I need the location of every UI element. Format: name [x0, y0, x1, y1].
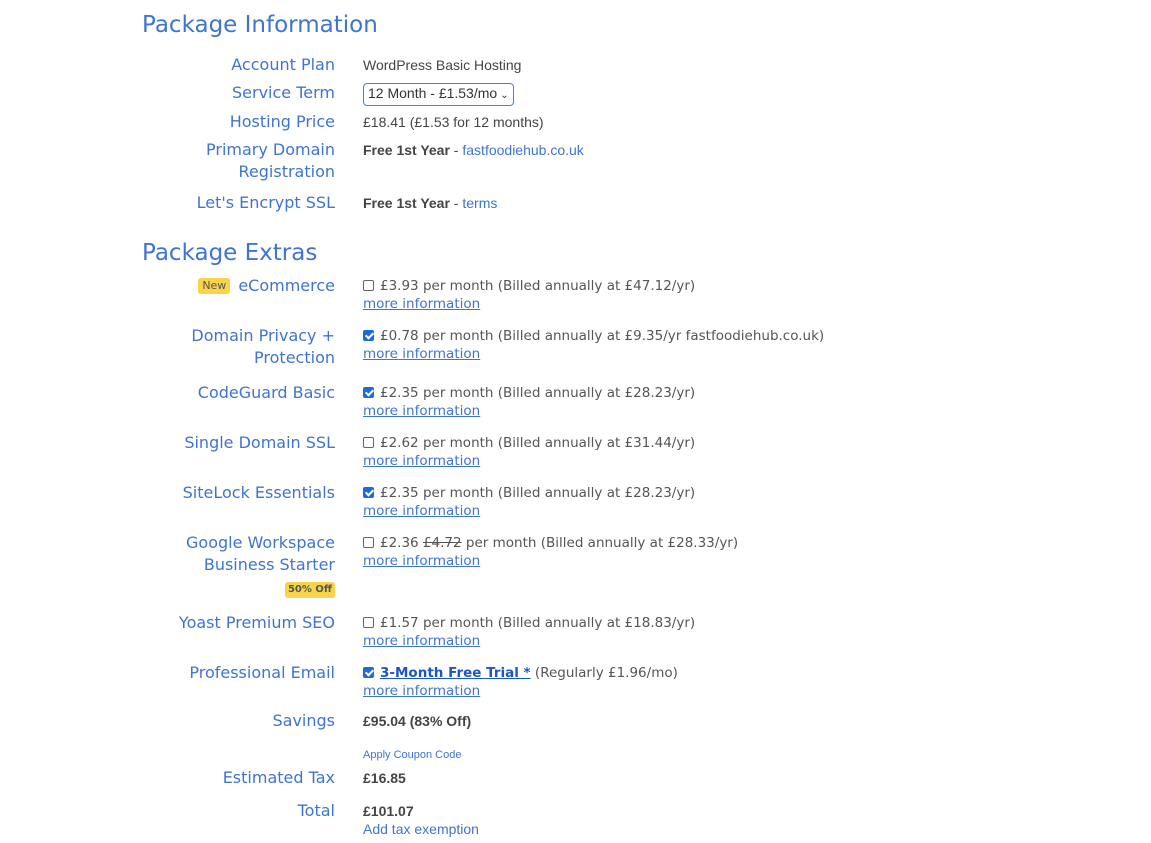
- separator: -: [449, 195, 463, 211]
- tax-value: £16.85: [363, 770, 406, 786]
- more-information-link[interactable]: more information: [363, 452, 695, 470]
- total-label: Total: [297, 801, 335, 820]
- more-information-link[interactable]: more information: [363, 502, 695, 520]
- service-term-row: Service Term 12 Month - £1.53/mo ⌄: [142, 82, 1042, 106]
- extra-price-text: per month (Billed annually at £28.33/yr): [465, 535, 739, 551]
- apply-coupon-link[interactable]: Apply Coupon Code: [363, 749, 461, 761]
- single-domain-ssl-checkbox[interactable]: [363, 437, 374, 448]
- total-row: Total £101.07 Add tax exemption: [142, 800, 1042, 838]
- hosting-price-row: Hosting Price £18.41 (£1.53 for 12 month…: [142, 111, 1042, 133]
- primary-domain-row: Primary Domain Registration Free 1st Yea…: [142, 139, 1042, 183]
- discount-badge: 50% Off: [284, 582, 335, 598]
- account-plan-value: WordPress Basic Hosting: [363, 57, 522, 73]
- hosting-price-label: Hosting Price: [229, 112, 335, 131]
- extra-label-line1: Domain Privacy +: [191, 326, 335, 345]
- savings-row: Savings £95.04 (83% Off): [142, 710, 1042, 732]
- yoast-checkbox[interactable]: [363, 617, 374, 628]
- sitelock-checkbox[interactable]: [363, 487, 374, 498]
- extra-label-line1: Google Workspace: [186, 533, 335, 552]
- extra-sitelock: SiteLock Essentials £2.35 per month (Bil…: [142, 482, 1042, 520]
- extra-label-line2: Protection: [254, 348, 335, 367]
- extra-price-old: £4.72: [422, 535, 462, 551]
- primary-domain-label-line2: Registration: [238, 162, 335, 181]
- hosting-price-value: £18.41 (£1.53 for 12 months): [363, 114, 544, 130]
- extra-ecommerce: New eCommerce £3.93 per month (Billed ann…: [142, 275, 1042, 313]
- ecommerce-checkbox[interactable]: [363, 280, 374, 291]
- tax-row: Estimated Tax £16.85: [142, 767, 1042, 789]
- ssl-free: Free 1st Year: [363, 195, 450, 211]
- extra-label: Single Domain SSL: [184, 433, 335, 452]
- ssl-terms-link[interactable]: terms: [462, 195, 497, 211]
- more-information-link[interactable]: more information: [363, 402, 695, 420]
- tax-label: Estimated Tax: [222, 768, 335, 787]
- more-information-link[interactable]: more information: [363, 295, 695, 313]
- new-badge: New: [198, 278, 231, 294]
- google-workspace-checkbox[interactable]: [363, 537, 374, 548]
- extra-label: Yoast Premium SEO: [178, 613, 335, 632]
- extra-price: £2.35 per month (Billed annually at £28.…: [380, 485, 696, 501]
- more-information-link[interactable]: more information: [363, 632, 695, 650]
- total-value: £101.07: [363, 803, 414, 819]
- ssl-row: Let's Encrypt SSL Free 1st Year - terms: [142, 192, 1042, 214]
- extra-single-domain-ssl: Single Domain SSL £2.62 per month (Bille…: [142, 432, 1042, 470]
- package-information-title: Package Information: [142, 12, 378, 38]
- extra-price: (Regularly £1.96/mo): [534, 665, 678, 681]
- savings-label: Savings: [272, 711, 335, 730]
- chevron-down-icon: ⌄: [500, 90, 509, 101]
- codeguard-checkbox[interactable]: [363, 387, 374, 398]
- professional-email-checkbox[interactable]: [363, 667, 374, 678]
- extra-google-workspace: Google Workspace Business Starter 50% Off …: [142, 532, 1042, 598]
- extra-codeguard: CodeGuard Basic £2.35 per month (Billed …: [142, 382, 1042, 420]
- account-plan-label: Account Plan: [231, 55, 335, 74]
- package-extras-title: Package Extras: [142, 240, 318, 266]
- extra-label: CodeGuard Basic: [197, 383, 335, 402]
- extra-label: SiteLock Essentials: [182, 483, 335, 502]
- ssl-label: Let's Encrypt SSL: [196, 193, 335, 212]
- extra-label-line2: Business Starter: [203, 555, 335, 574]
- primary-domain-label-line1: Primary Domain: [206, 140, 335, 159]
- extra-label: eCommerce: [238, 276, 335, 295]
- extra-label: Professional Email: [189, 663, 335, 682]
- service-term-label: Service Term: [232, 83, 335, 102]
- add-tax-exemption-link[interactable]: Add tax exemption: [363, 821, 479, 837]
- extra-price-new: £2.36: [380, 535, 419, 551]
- more-information-link[interactable]: more information: [363, 552, 738, 570]
- extra-price: £0.78 per month (Billed annually at £9.3…: [380, 328, 825, 344]
- service-term-select[interactable]: 12 Month - £1.53/mo ⌄: [363, 83, 514, 106]
- coupon-row: Apply Coupon Code: [142, 742, 1042, 766]
- domain-privacy-checkbox[interactable]: [363, 330, 374, 341]
- savings-value: £95.04 (83% Off): [363, 713, 472, 729]
- account-plan-row: Account Plan WordPress Basic Hosting: [142, 54, 1042, 76]
- more-information-link[interactable]: more information: [363, 682, 678, 700]
- extra-price: £2.35 per month (Billed annually at £28.…: [380, 385, 696, 401]
- extra-yoast: Yoast Premium SEO £1.57 per month (Bille…: [142, 612, 1042, 650]
- extra-price: £2.62 per month (Billed annually at £31.…: [380, 435, 696, 451]
- domain-link[interactable]: fastfoodiehub.co.uk: [462, 142, 583, 158]
- free-trial-link[interactable]: 3-Month Free Trial *: [380, 665, 531, 681]
- service-term-selected: 12 Month - £1.53/mo: [368, 85, 498, 101]
- extra-domain-privacy: Domain Privacy + Protection £0.78 per mon…: [142, 325, 1042, 369]
- primary-domain-free: Free 1st Year: [363, 142, 450, 158]
- more-information-link[interactable]: more information: [363, 345, 824, 363]
- extra-professional-email: Professional Email 3-Month Free Trial * …: [142, 662, 1042, 700]
- extra-price: £1.57 per month (Billed annually at £18.…: [380, 615, 696, 631]
- separator: -: [449, 142, 463, 158]
- extra-price: £3.93 per month (Billed annually at £47.…: [380, 278, 696, 294]
